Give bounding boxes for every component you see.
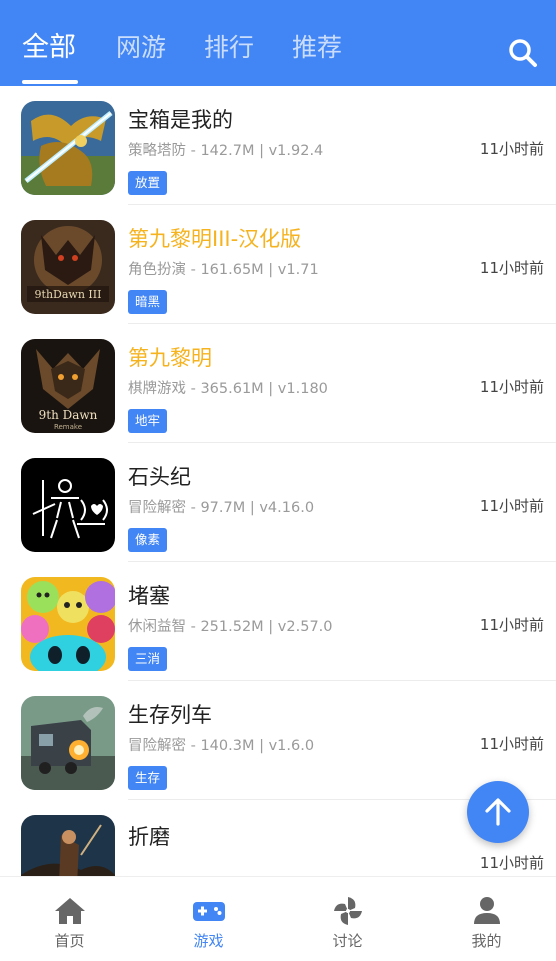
nav-home-label: 首页 <box>54 932 85 950</box>
nav-profile[interactable]: 我的 <box>417 877 556 961</box>
pinwheel-icon <box>333 897 362 925</box>
game-icon-torment <box>21 815 115 876</box>
active-tab-indicator <box>22 80 78 84</box>
user-icon <box>473 897 500 924</box>
home-icon <box>54 898 85 924</box>
nav-discussion-label: 讨论 <box>332 932 363 950</box>
game-tag[interactable]: 暗黑 <box>128 290 168 314</box>
game-icon-survival-train <box>21 696 115 790</box>
bottom-navigation: 首页 游戏 讨论 我的 <box>0 876 556 961</box>
game-row-treasure-chest[interactable]: 宝箱是我的 策略塔防 - 142.7M | v1.92.4 放置 11小时前 <box>0 86 556 205</box>
game-icon-9th-dawn: 9th Dawn Remake <box>21 339 115 433</box>
search-icon <box>509 39 537 67</box>
game-title: 第九黎明III-汉化版 <box>128 227 302 251</box>
game-meta: 棋牌游戏 - 365.61M | v1.180 <box>128 381 328 397</box>
update-time: 11小时前 <box>479 854 544 872</box>
nav-games[interactable]: 游戏 <box>139 877 278 961</box>
game-meta: 休闲益智 - 251.52M | v2.57.0 <box>128 619 333 635</box>
tab-all[interactable]: 全部 <box>22 30 76 66</box>
game-row-stone-age[interactable]: 石头纪 冒险解密 - 97.7M | v4.16.0 像素 11小时前 <box>0 443 556 562</box>
update-time: 11小时前 <box>479 259 544 277</box>
game-tag[interactable]: 像素 <box>128 528 168 552</box>
gamepad-icon <box>192 902 225 921</box>
game-meta: 冒险解密 - 97.7M | v4.16.0 <box>128 500 315 516</box>
tab-recommended[interactable]: 推荐 <box>292 30 342 66</box>
icon-logo-subtext: Remake <box>54 423 82 431</box>
game-tag[interactable]: 放置 <box>128 171 168 195</box>
game-title: 折磨 <box>128 825 170 849</box>
game-row-9th-dawn[interactable]: 9th Dawn Remake 第九黎明 棋牌游戏 - 365.61M | v1… <box>0 324 556 443</box>
game-row-blocked[interactable]: 堵塞 休闲益智 - 251.52M | v2.57.0 三消 11小时前 <box>0 562 556 681</box>
game-title: 生存列车 <box>128 703 212 727</box>
arrow-up-icon <box>485 798 511 826</box>
game-tag[interactable]: 生存 <box>128 766 168 790</box>
game-icon-treasure-chest <box>21 101 115 195</box>
nav-home[interactable]: 首页 <box>0 877 139 961</box>
nav-discussion[interactable]: 讨论 <box>278 877 417 961</box>
game-list: 宝箱是我的 策略塔防 - 142.7M | v1.92.4 放置 11小时前 9… <box>0 86 556 876</box>
game-meta: 角色扮演 - 161.65M | v1.71 <box>128 262 319 278</box>
game-icon-9th-dawn-3: 9thDawn III <box>21 220 115 314</box>
game-title: 堵塞 <box>128 584 170 608</box>
update-time: 11小时前 <box>479 735 544 753</box>
scroll-to-top-button[interactable] <box>467 781 529 843</box>
game-tag[interactable]: 地牢 <box>128 409 168 433</box>
game-icon-blocked <box>21 577 115 671</box>
game-meta: 策略塔防 - 142.7M | v1.92.4 <box>128 143 324 159</box>
update-time: 11小时前 <box>479 616 544 634</box>
nav-profile-label: 我的 <box>471 932 502 950</box>
game-title: 宝箱是我的 <box>128 108 233 132</box>
game-title: 石头纪 <box>128 465 191 489</box>
game-meta: 冒险解密 - 140.3M | v1.6.0 <box>128 738 315 754</box>
update-time: 11小时前 <box>479 140 544 158</box>
update-time: 11小时前 <box>479 497 544 515</box>
game-row-9th-dawn-3[interactable]: 9thDawn III 第九黎明III-汉化版 角色扮演 - 161.65M |… <box>0 205 556 324</box>
icon-logo-text: 9thDawn III <box>35 288 102 301</box>
game-row-survival-train[interactable]: 生存列车 冒险解密 - 140.3M | v1.6.0 生存 11小时前 <box>0 681 556 800</box>
game-icon-stone-age <box>21 458 115 552</box>
tab-online-games[interactable]: 网游 <box>116 30 166 66</box>
nav-games-label: 游戏 <box>193 932 224 950</box>
search-button[interactable] <box>506 36 540 70</box>
top-app-bar: 全部 网游 排行 推荐 <box>0 0 556 86</box>
icon-logo-text: 9th Dawn <box>39 408 98 422</box>
tab-ranking[interactable]: 排行 <box>204 30 254 66</box>
update-time: 11小时前 <box>479 378 544 396</box>
game-title: 第九黎明 <box>128 346 212 370</box>
game-tag[interactable]: 三消 <box>128 647 168 671</box>
